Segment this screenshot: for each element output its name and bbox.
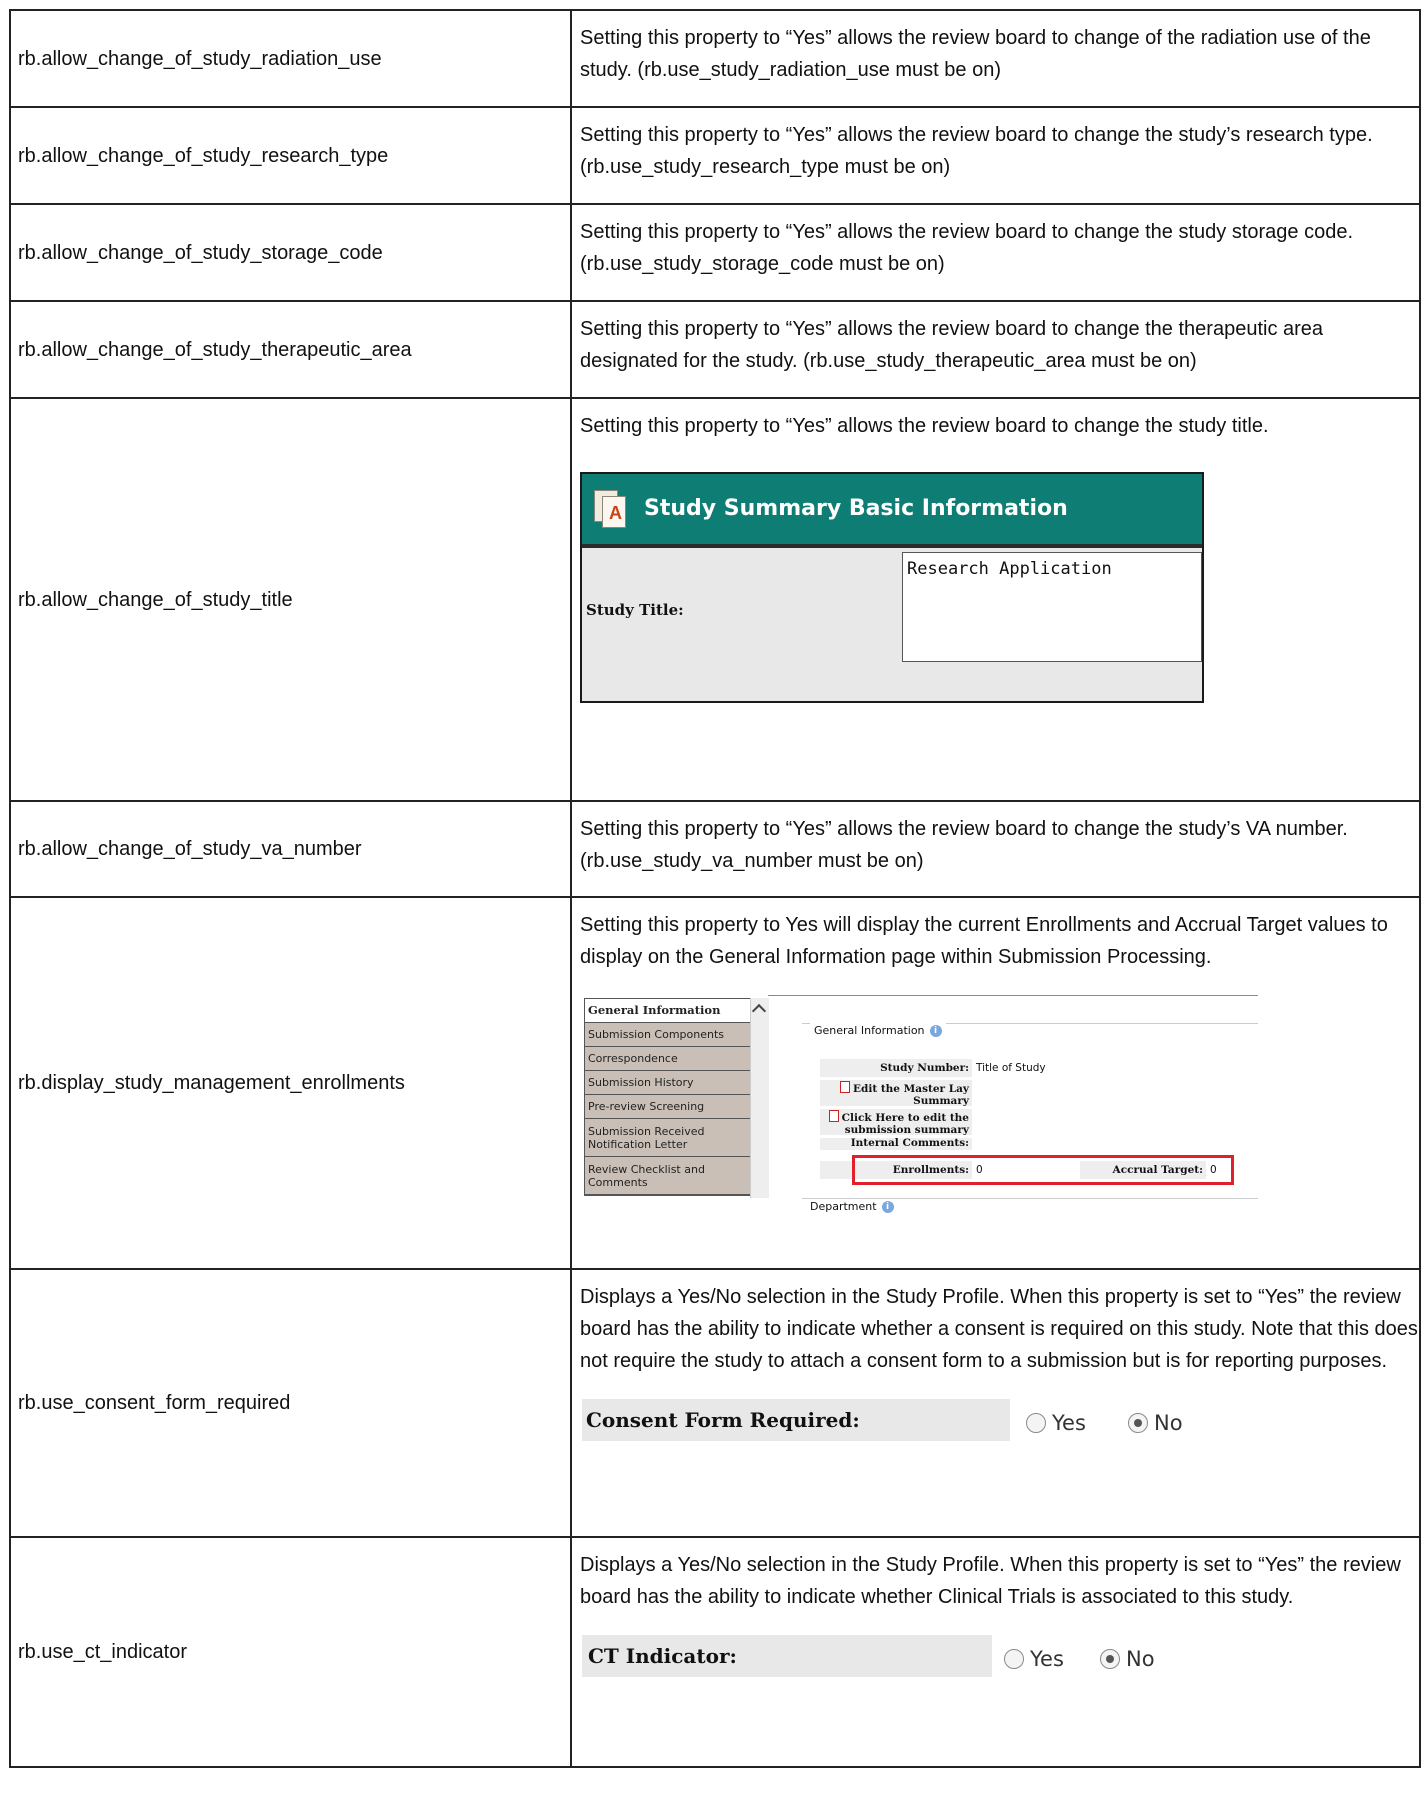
study-number-label: Study Number: bbox=[820, 1059, 972, 1077]
table-row: rb.allow_change_of_study_radiation_use S… bbox=[9, 9, 1421, 108]
edit-master-lay-link[interactable]: Edit the Master Lay Summary bbox=[820, 1080, 972, 1107]
study-summary-title: Study Summary Basic Information bbox=[644, 496, 1068, 521]
table-row: rb.allow_change_of_study_va_number Setti… bbox=[9, 800, 1421, 898]
property-description: Setting this property to “Yes” allows th… bbox=[570, 203, 1421, 302]
property-name: rb.allow_change_of_study_radiation_use bbox=[9, 9, 572, 108]
submission-nav: General Information Submission Component… bbox=[584, 998, 752, 1196]
internal-comments-label: Internal Comments: bbox=[820, 1138, 972, 1150]
general-information-screenshot: General Information Submission Component… bbox=[580, 995, 1260, 1213]
study-title-field[interactable]: Research Application bbox=[902, 552, 1202, 662]
property-name: rb.allow_change_of_study_therapeutic_are… bbox=[9, 300, 572, 399]
radio-icon bbox=[1004, 1649, 1024, 1669]
table-row: rb.display_study_management_enrollments … bbox=[9, 896, 1421, 1270]
chevron-up-icon[interactable] bbox=[751, 1003, 767, 1019]
properties-table: rb.allow_change_of_study_radiation_use S… bbox=[9, 9, 1421, 1768]
table-row: rb.use_consent_form_required Displays a … bbox=[9, 1268, 1421, 1538]
consent-form-required-field: Consent Form Required: Yes No bbox=[580, 1399, 1419, 1443]
table-row: rb.allow_change_of_study_research_type S… bbox=[9, 106, 1421, 205]
consent-yes-radio[interactable]: Yes bbox=[1026, 1407, 1086, 1439]
property-name: rb.display_study_management_enrollments bbox=[9, 896, 572, 1270]
document-icon bbox=[828, 1110, 839, 1122]
ct-yes-radio[interactable]: Yes bbox=[1004, 1643, 1064, 1675]
info-icon[interactable]: i bbox=[881, 1201, 894, 1213]
info-icon[interactable]: i bbox=[929, 1025, 942, 1037]
general-information-legend: General Information i bbox=[810, 1015, 946, 1047]
table-row: rb.allow_change_of_study_therapeutic_are… bbox=[9, 300, 1421, 399]
property-name: rb.use_consent_form_required bbox=[9, 1268, 572, 1538]
table-row: rb.use_ct_indicator Displays a Yes/No se… bbox=[9, 1536, 1421, 1768]
property-name: rb.allow_change_of_study_title bbox=[9, 397, 572, 802]
nav-item-general-information[interactable]: General Information bbox=[585, 999, 751, 1023]
property-name: rb.allow_change_of_study_storage_code bbox=[9, 203, 572, 302]
property-name: rb.allow_change_of_study_research_type bbox=[9, 106, 572, 205]
property-description: Displays a Yes/No selection in the Study… bbox=[570, 1268, 1421, 1538]
radio-checked-icon bbox=[1128, 1413, 1148, 1433]
property-description: Setting this property to Yes will displa… bbox=[570, 896, 1421, 1270]
ct-no-radio[interactable]: No bbox=[1100, 1643, 1155, 1675]
department-legend: Department i bbox=[810, 1191, 894, 1223]
property-name: rb.allow_change_of_study_va_number bbox=[9, 800, 572, 898]
consent-form-required-label: Consent Form Required: bbox=[582, 1399, 1010, 1441]
property-description: Setting this property to “Yes” allows th… bbox=[570, 397, 1421, 802]
nav-item-submission-history[interactable]: Submission History bbox=[585, 1071, 751, 1095]
study-summary-header: A Study Summary Basic Information bbox=[582, 474, 1202, 548]
nav-item-submission-received[interactable]: Submission Received Notification Letter bbox=[585, 1119, 751, 1157]
nav-scrollbar[interactable] bbox=[750, 998, 769, 1198]
document-icon: A bbox=[594, 490, 628, 528]
nav-item-review-checklist[interactable]: Review Checklist and Comments bbox=[585, 1157, 751, 1195]
radio-icon bbox=[1026, 1413, 1046, 1433]
nav-item-correspondence[interactable]: Correspondence bbox=[585, 1047, 751, 1071]
edit-submission-summary-link[interactable]: Click Here to edit the submission summar… bbox=[820, 1109, 972, 1136]
consent-no-radio[interactable]: No bbox=[1128, 1407, 1183, 1439]
study-number-value: Title of Study bbox=[976, 1062, 1046, 1074]
table-row: rb.allow_change_of_study_title Setting t… bbox=[9, 397, 1421, 802]
property-description: Setting this property to “Yes” allows th… bbox=[570, 300, 1421, 399]
ct-indicator-field: CT Indicator: Yes No bbox=[580, 1635, 1419, 1679]
nav-item-submission-components[interactable]: Submission Components bbox=[585, 1023, 751, 1047]
property-name: rb.use_ct_indicator bbox=[9, 1536, 572, 1768]
study-title-label: Study Title: bbox=[586, 601, 684, 619]
property-description: Setting this property to “Yes” allows th… bbox=[570, 9, 1421, 108]
radio-checked-icon bbox=[1100, 1649, 1120, 1669]
table-row: rb.allow_change_of_study_storage_code Se… bbox=[9, 203, 1421, 302]
nav-item-pre-review-screening[interactable]: Pre-review Screening bbox=[585, 1095, 751, 1119]
property-description: Setting this property to “Yes” allows th… bbox=[570, 800, 1421, 898]
highlight-box bbox=[852, 1155, 1234, 1185]
ct-indicator-label: CT Indicator: bbox=[582, 1635, 992, 1677]
property-description: Displays a Yes/No selection in the Study… bbox=[570, 1536, 1421, 1768]
document-icon bbox=[839, 1081, 850, 1093]
study-summary-screenshot: A Study Summary Basic Information Study … bbox=[580, 472, 1204, 703]
property-description: Setting this property to “Yes” allows th… bbox=[570, 106, 1421, 205]
